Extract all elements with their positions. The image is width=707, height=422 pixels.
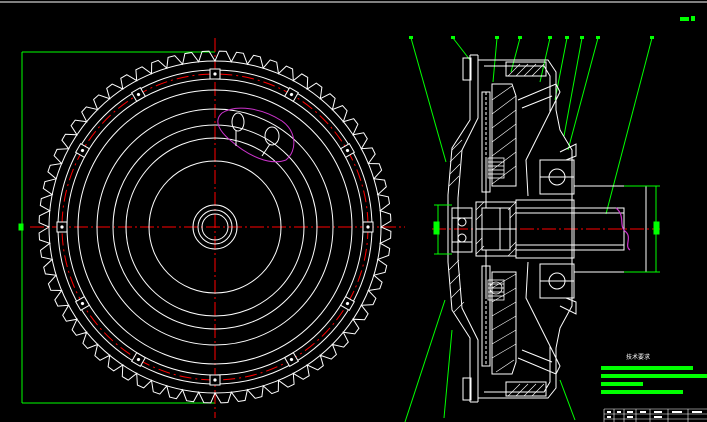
bolt-hole [209,374,221,386]
title-table [603,408,707,422]
green-flag-icon [680,16,695,21]
tech-note-line-2 [601,374,707,378]
bolt-hole [130,86,147,103]
cover-hatch [507,63,545,397]
bolt-hole [209,68,221,80]
leader-tick-marks [409,36,654,39]
slot-features [231,112,280,157]
bolt-hole [362,221,374,233]
bolt-hole [130,351,147,368]
bolt-hole [339,142,356,159]
tech-note-line-4 [601,390,683,394]
front-view [18,38,405,418]
technical-requirements-title: 技术要求 [626,354,651,361]
title-block [601,366,707,422]
bolt-hole [283,86,300,103]
front-centerlines [30,38,405,418]
section-view [404,36,660,422]
cad-drawing-canvas: 技术要求 [0,0,707,422]
bolt-hole [74,142,91,159]
pilot-bearing [451,207,473,253]
bolt-hole [339,295,356,312]
tech-note-line-3 [601,382,643,386]
bolt-hole [56,221,68,233]
bolt-hole [283,351,300,368]
bolt-hole [74,295,91,312]
cad-drawing [0,1,707,422]
tech-note-line-1 [601,366,693,370]
